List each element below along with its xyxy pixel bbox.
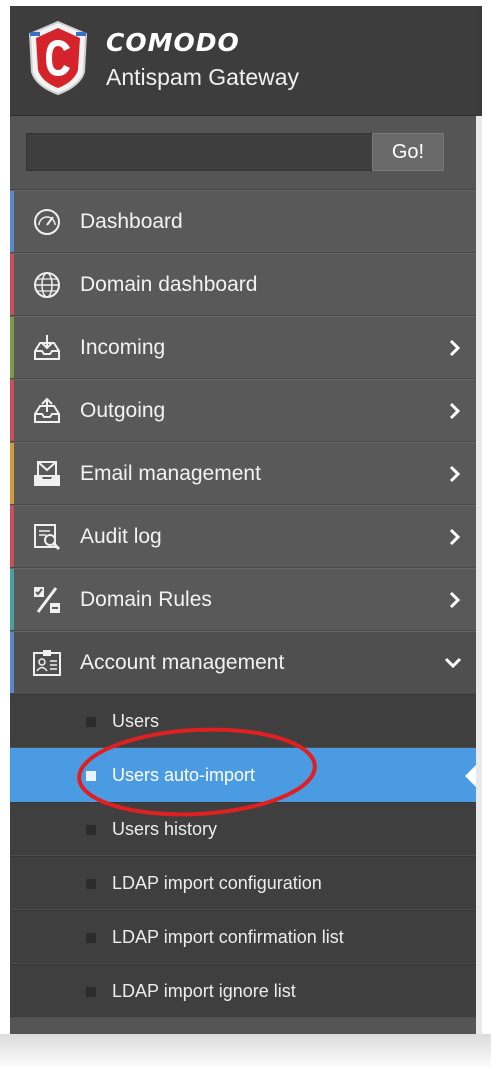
chevron-right-icon [449, 402, 461, 420]
nav-accent [10, 254, 14, 315]
nav-item-email-management[interactable]: Email management [10, 442, 476, 505]
product-name: Antispam Gateway [106, 64, 300, 90]
submenu-item-label: LDAP import configuration [112, 873, 322, 893]
search-bar: Go! [10, 116, 476, 190]
nav-accent [10, 569, 14, 630]
nav-item-audit-log[interactable]: Audit log [10, 505, 476, 568]
percent-rules-icon [34, 587, 60, 613]
id-card-icon [33, 650, 61, 676]
chevron-right-icon [449, 528, 461, 546]
nav-item-label: Domain Rules [80, 588, 212, 611]
nav-item-label: Dashboard [80, 210, 183, 233]
chevron-right-icon [449, 465, 461, 483]
nav-item-outgoing[interactable]: Outgoing [10, 379, 476, 442]
submenu-item-label: Users auto-import [112, 765, 256, 785]
nav-item-label: Outgoing [80, 399, 166, 422]
chevron-right-icon [449, 591, 461, 609]
log-search-icon [34, 524, 61, 551]
nav-item-domain-dashboard[interactable]: Domain dashboard [10, 253, 476, 316]
envelope-tray-icon [34, 461, 60, 486]
nav-accent [10, 632, 14, 693]
bullet-icon [86, 717, 96, 727]
bullet-icon [86, 933, 96, 943]
nav-accent [10, 506, 14, 567]
outbox-upload-icon [34, 397, 60, 423]
brand-name: COMODO [106, 28, 240, 57]
torn-edge-fade [0, 1034, 491, 1070]
content-edge [476, 116, 482, 1034]
nav-accent [10, 191, 14, 252]
window-edge [476, 6, 482, 116]
submenu-item-label: LDAP import ignore list [112, 981, 296, 1001]
active-indicator-caret-icon [465, 764, 476, 788]
speedometer-icon [34, 209, 60, 235]
submenu-item-ldap-import-ignore-list[interactable]: LDAP import ignore list [10, 964, 476, 1018]
submenu-item-users-history[interactable]: Users history [10, 802, 476, 856]
bullet-icon [86, 825, 96, 835]
go-button[interactable]: Go! [372, 133, 444, 171]
nav-item-label: Incoming [80, 336, 166, 359]
nav-item-dashboard[interactable]: Dashboard [10, 190, 476, 253]
account-management-submenu: Users Users auto-import Users history LD… [10, 694, 476, 1018]
nav-item-label: Email management [80, 462, 261, 485]
inbox-download-icon [34, 335, 60, 360]
chevron-down-icon [444, 657, 462, 669]
submenu-item-label: Users [112, 711, 160, 731]
nav-item-account-management[interactable]: Account management [10, 631, 476, 694]
bullet-icon [86, 879, 96, 889]
nav-accent [10, 380, 14, 441]
chevron-right-icon [449, 339, 461, 357]
bullet-icon [86, 771, 96, 781]
bullet-icon [86, 987, 96, 997]
sidebar: COMODO Antispam Gateway Go! Dashboard Do… [10, 6, 476, 1034]
submenu-item-label: Users history [112, 819, 218, 839]
submenu-item-users[interactable]: Users [10, 694, 476, 748]
submenu-item-ldap-import-configuration[interactable]: LDAP import configuration [10, 856, 476, 910]
nav-accent [10, 317, 14, 378]
nav-item-label: Account management [80, 651, 285, 674]
nav-accent [10, 443, 14, 504]
submenu-item-users-auto-import[interactable]: Users auto-import [10, 748, 476, 802]
globe-icon [34, 272, 60, 298]
search-input[interactable] [26, 133, 372, 171]
sidebar-header: COMODO Antispam Gateway [10, 6, 476, 116]
nav-item-incoming[interactable]: Incoming [10, 316, 476, 379]
nav-item-label: Domain dashboard [80, 273, 258, 296]
nav-item-label: Audit log [80, 525, 162, 548]
submenu-item-label: LDAP import confirmation list [112, 927, 344, 947]
main-nav: Dashboard Domain dashboard Incoming Outg… [10, 190, 476, 1018]
submenu-item-ldap-import-confirmation-list[interactable]: LDAP import confirmation list [10, 910, 476, 964]
comodo-logo-icon [28, 20, 88, 96]
nav-item-domain-rules[interactable]: Domain Rules [10, 568, 476, 631]
